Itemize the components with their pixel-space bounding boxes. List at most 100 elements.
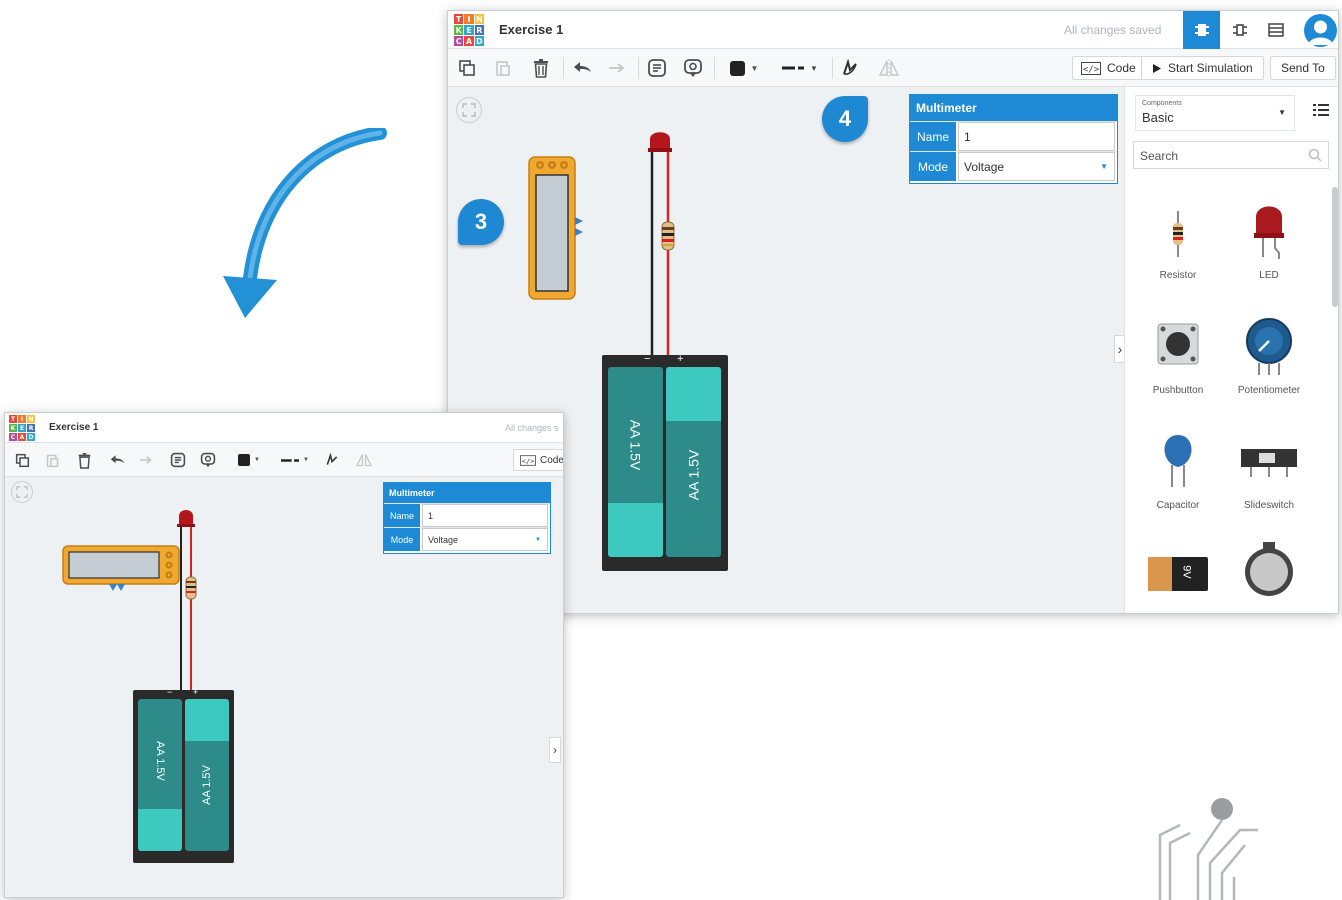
project-title[interactable]: Exercise 1 [499,22,563,37]
code-button-label: Code [540,454,564,466]
battery-cell-left-text: AA 1.5V [627,419,644,471]
undo-button[interactable] [107,449,129,471]
component-9v-battery[interactable]: 9V [1139,552,1217,612]
name-field[interactable]: 1 [422,504,548,527]
component-led[interactable]: LED [1229,197,1309,292]
chevron-down-icon: ▼ [303,457,309,463]
undo-button[interactable] [570,55,596,81]
logo-letter: N [474,14,484,24]
multimeter-component[interactable] [61,544,183,594]
tinkercad-logo[interactable]: TINKERCAD [9,415,35,441]
rotate-button[interactable] [321,449,343,471]
copy-button[interactable] [454,55,480,81]
name-label: Name [384,504,420,527]
redo-button[interactable] [604,55,630,81]
chevron-right-icon: › [553,743,557,757]
component-coin-battery[interactable] [1229,542,1309,612]
list-view-button[interactable] [1313,103,1331,121]
table-icon [1268,23,1284,37]
toolbar-divider [638,57,639,79]
schematic-view-button[interactable] [1224,11,1256,49]
chevron-down-icon: ▼ [1100,162,1108,171]
panel-scrollbar[interactable] [1332,187,1338,307]
paste-button[interactable] [490,55,516,81]
toggle-notes-button[interactable] [680,55,706,81]
component-list-button[interactable] [1260,11,1292,49]
color-square-icon [238,454,251,466]
mode-select[interactable]: Voltage ▼ [422,528,548,551]
delete-button[interactable] [528,54,554,82]
tinkercad-logo[interactable]: TINKERCAD [454,14,484,46]
delete-button[interactable] [73,448,95,472]
search-placeholder: Search [1140,149,1179,163]
component-pushbutton[interactable]: Pushbutton [1139,312,1217,407]
inspector-mode-row: Mode Voltage ▼ [384,527,550,551]
components-panel: Components Basic ▼ Search Resistor LED P… [1124,87,1338,613]
circuit-view-button[interactable] [1183,11,1220,49]
mode-select[interactable]: Voltage ▼ [958,152,1115,181]
potentiometer-icon [1246,318,1292,375]
battery-minus-terminal: − [167,687,173,697]
send-to-button[interactable]: Send To [1270,56,1336,80]
code-button[interactable]: </> Code [1072,56,1145,80]
notes-button[interactable] [167,449,189,471]
step-4-callout: 4 [822,96,868,142]
toolbar-divider [563,57,564,79]
toggle-notes-button[interactable] [197,449,219,471]
component-slideswitch[interactable]: Slideswitch [1229,427,1309,522]
speech-bubble-icon [200,452,216,468]
logo-letter: R [27,424,35,432]
battery-cap [608,503,663,557]
logo-letter: R [474,25,484,35]
logo-letter: K [454,25,464,35]
trash-icon [534,59,548,78]
line-style-picker[interactable]: ▼ [776,55,824,81]
resistor-icon [1173,211,1183,257]
color-picker[interactable]: ▼ [231,449,267,471]
collapse-panel-button[interactable]: › [549,737,561,763]
component-search-input[interactable]: Search [1133,141,1329,169]
name-field[interactable]: 1 [958,122,1115,151]
led-resistor-circuit[interactable] [638,127,698,367]
color-picker[interactable]: ▼ [723,55,765,81]
chevron-down-icon: ▼ [254,457,260,463]
code-button[interactable]: </> Code [513,449,564,471]
before-editor-window: TINKERCAD Exercise 1 All changes s ▼ ▼ <… [4,412,564,898]
component-resistor[interactable]: Resistor [1139,197,1217,292]
zoom-to-fit-button[interactable] [11,481,33,503]
battery-pack[interactable]: − + AA 1.5V AA 1.5V [602,353,728,571]
battery-pack[interactable]: − + AA 1.5V AA 1.5V [133,687,234,863]
paste-icon [46,454,58,467]
start-simulation-button[interactable]: Start Simulation [1141,56,1264,80]
mode-select-value: Voltage [428,534,459,545]
component-potentiometer[interactable]: Potentiometer [1229,312,1309,407]
start-simulation-label: Start Simulation [1168,61,1253,75]
line-style-picker[interactable]: ▼ [275,449,315,471]
copy-button[interactable] [11,449,33,471]
logo-letter: T [9,415,17,423]
logo-letter: D [27,433,35,441]
logo-letter: I [18,415,26,423]
zoom-to-fit-button[interactable] [456,97,482,123]
flip-button[interactable] [353,449,375,471]
paste-button[interactable] [41,449,63,471]
project-title[interactable]: Exercise 1 [49,422,99,433]
circuit-canvas[interactable]: − + AA 1.5V AA 1.5V Multimeter Name 1 Mo… [5,477,563,897]
rotate-button[interactable] [837,55,863,81]
component-label: Pushbutton [1152,385,1204,396]
copy-icon [459,60,475,76]
component-capacitor[interactable]: Capacitor [1139,427,1217,522]
multimeter-component[interactable] [527,155,591,301]
flip-icon [879,59,899,77]
battery-9v-copper [1148,557,1172,591]
fit-view-icon [16,486,28,498]
copy-icon [15,453,29,467]
pushbutton-icon [1157,323,1199,365]
step-3-callout: 3 [458,199,504,245]
component-category-select[interactable]: Components Basic ▼ [1135,95,1295,131]
redo-button[interactable] [135,449,157,471]
led-resistor-circuit[interactable] [171,507,211,697]
user-avatar[interactable] [1304,14,1337,47]
flip-button[interactable] [876,55,902,81]
notes-button[interactable] [644,55,670,81]
